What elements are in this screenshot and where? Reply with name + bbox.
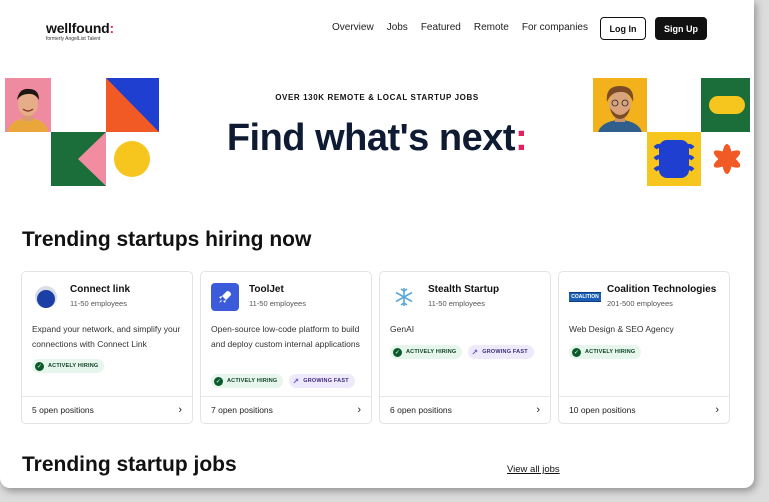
startup-description: GenAI [390,324,415,334]
actively-hiring-badge: ✓ ACTIVELY HIRING [390,345,463,359]
startup-card[interactable]: ToolJet 11-50 employees Open-source low-… [200,271,372,424]
hero-pill-tile [701,78,750,132]
badge-label: ACTIVELY HIRING [585,349,636,355]
nav-overview[interactable]: Overview [332,22,374,33]
startup-size: 201-500 employees [607,299,673,308]
badge-label: ACTIVELY HIRING [406,349,457,355]
open-positions-link[interactable]: 10 open positions › [559,396,729,423]
logo-text: wellfound [46,20,110,36]
open-positions-link[interactable]: 7 open positions › [201,396,371,423]
view-all-jobs-link[interactable]: View all jobs [507,464,560,475]
startup-description: Web Design & SEO Agency [569,324,674,334]
startup-card[interactable]: Connect link 11-50 employees Expand your… [21,271,193,424]
trending-startups-title: Trending startups hiring now [22,228,312,251]
hero-title-text: Find what's next [226,117,516,159]
startup-name[interactable]: Connect link [70,284,130,295]
trending-up-icon: ↗ [292,376,300,386]
chevron-right-icon: › [715,404,719,416]
connect-link-logo [32,283,60,311]
hero-wave-tile [647,132,701,186]
nav-jobs[interactable]: Jobs [387,22,408,33]
logo-subtitle: formerly AngelList Talent [46,36,101,42]
check-icon: ✓ [35,361,44,371]
logo-colon: : [109,20,115,36]
coalition-logo-text: COALITION [569,292,601,302]
rocket-icon [211,283,239,311]
check-icon: ✓ [393,347,402,357]
open-positions-count: 10 open positions [569,405,636,415]
growing-fast-badge: ↗ GROWING FAST [468,345,534,359]
startup-name[interactable]: Coalition Technologies [607,284,716,295]
check-icon: ✓ [572,347,581,357]
open-positions-count: 6 open positions [390,405,452,415]
actively-hiring-badge: ✓ ACTIVELY HIRING [569,345,642,359]
startup-card[interactable]: COALITION Coalition Technologies 201-500… [558,271,730,424]
hero-photo-right [593,78,647,132]
nav-for-companies[interactable]: For companies [522,22,588,33]
startup-badges: ✓ ACTIVELY HIRING [569,345,642,359]
startup-name[interactable]: Stealth Startup [428,284,499,295]
chevron-right-icon: › [357,404,361,416]
trending-up-icon: ↗ [471,347,479,357]
startup-name[interactable]: ToolJet [249,284,284,295]
startup-badges: ✓ ACTIVELY HIRING ↗ GROWING FAST [211,374,355,388]
badge-label: GROWING FAST [482,349,528,355]
wellfound-logo[interactable]: wellfound: formerly AngelList Talent [46,20,114,42]
actively-hiring-badge: ✓ ACTIVELY HIRING [32,359,105,373]
nav-featured[interactable]: Featured [421,22,461,33]
badge-label: ACTIVELY HIRING [48,363,99,369]
growing-fast-badge: ↗ GROWING FAST [289,374,355,388]
startup-size: 11-50 employees [249,299,306,308]
startup-description: Expand your network, and simplify your c… [32,324,181,349]
startup-card[interactable]: Stealth Startup 11-50 employees GenAI ✓ … [379,271,551,424]
hero-title-colon: : [515,117,528,159]
startup-description: Open-source low-code platform to build a… [211,324,360,349]
startup-cards: Connect link 11-50 employees Expand your… [21,271,730,424]
chevron-right-icon: › [178,404,182,416]
snowflake-icon [390,283,418,311]
startup-size: 11-50 employees [70,299,127,308]
startup-badges: ✓ ACTIVELY HIRING [32,359,105,373]
open-positions-link[interactable]: 6 open positions › [380,396,550,423]
chevron-right-icon: › [536,404,540,416]
trending-jobs-title: Trending startup jobs [22,453,237,476]
check-icon: ✓ [214,376,223,386]
startup-badges: ✓ ACTIVELY HIRING ↗ GROWING FAST [390,345,534,359]
coalition-logo: COALITION [569,283,601,311]
open-positions-link[interactable]: 5 open positions › [22,396,192,423]
nav-remote[interactable]: Remote [474,22,509,33]
top-nav: Overview Jobs Featured Remote For compan… [332,22,588,33]
startup-size: 11-50 employees [428,299,485,308]
actively-hiring-badge: ✓ ACTIVELY HIRING [211,374,284,388]
badge-label: GROWING FAST [303,378,349,384]
hero-star-tile [701,132,750,186]
login-button[interactable]: Log In [600,17,646,40]
badge-label: ACTIVELY HIRING [227,378,278,384]
browser-window: wellfound: formerly AngelList Talent Ove… [0,0,754,488]
signup-button[interactable]: Sign Up [655,17,707,40]
open-positions-count: 7 open positions [211,405,273,415]
open-positions-count: 5 open positions [32,405,94,415]
